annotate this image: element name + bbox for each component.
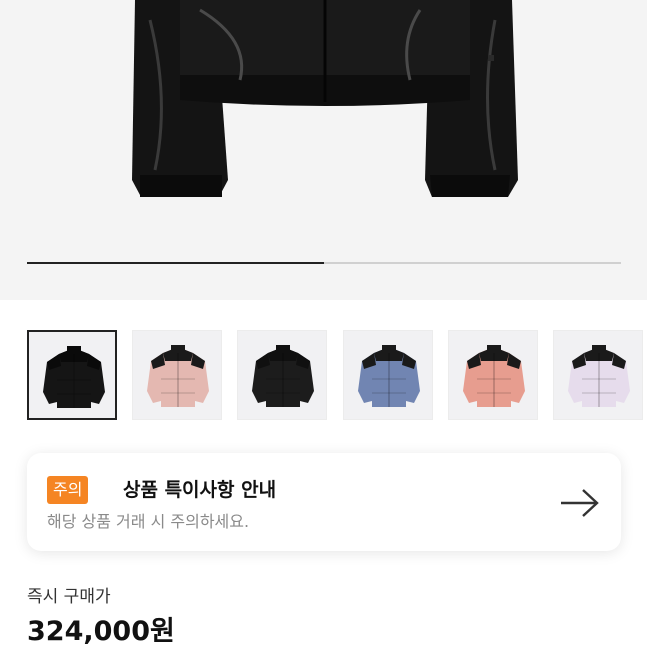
arrow-right-icon[interactable]: [559, 487, 601, 519]
product-notice-card[interactable]: 주의 상품 특이사항 안내 해당 상품 거래 시 주의하세요.: [27, 453, 621, 551]
carousel-progress-track: [27, 262, 621, 264]
price-value: 324,000원: [27, 616, 175, 647]
caution-badge: 주의: [47, 476, 89, 504]
product-hero-image[interactable]: [0, 0, 647, 300]
jacket-thumbnail-icon: [43, 346, 105, 408]
jacket-thumbnail-icon: [568, 345, 630, 407]
jacket-image: [132, 0, 518, 197]
jacket-thumbnail-icon: [358, 345, 420, 407]
thumbnail-blue-black[interactable]: [343, 330, 433, 420]
thumbnail-lavender-black[interactable]: [553, 330, 643, 420]
notice-title: 상품 특이사항 안내: [123, 479, 277, 501]
jacket-thumbnail-icon: [147, 345, 209, 407]
notice-subtitle: 해당 상품 거래 시 주의하세요.: [47, 512, 250, 531]
jacket-thumbnail-icon: [463, 345, 525, 407]
thumbnail-black-matte[interactable]: [237, 330, 327, 420]
thumbnail-black-shiny[interactable]: [27, 330, 117, 420]
price-label: 즉시 구매가: [27, 587, 111, 607]
thumbnail-strip: [0, 330, 647, 424]
thumbnail-pink-black[interactable]: [132, 330, 222, 420]
jacket-thumbnail-icon: [252, 345, 314, 407]
carousel-progress-fill: [27, 262, 324, 264]
thumbnail-salmon-black[interactable]: [448, 330, 538, 420]
